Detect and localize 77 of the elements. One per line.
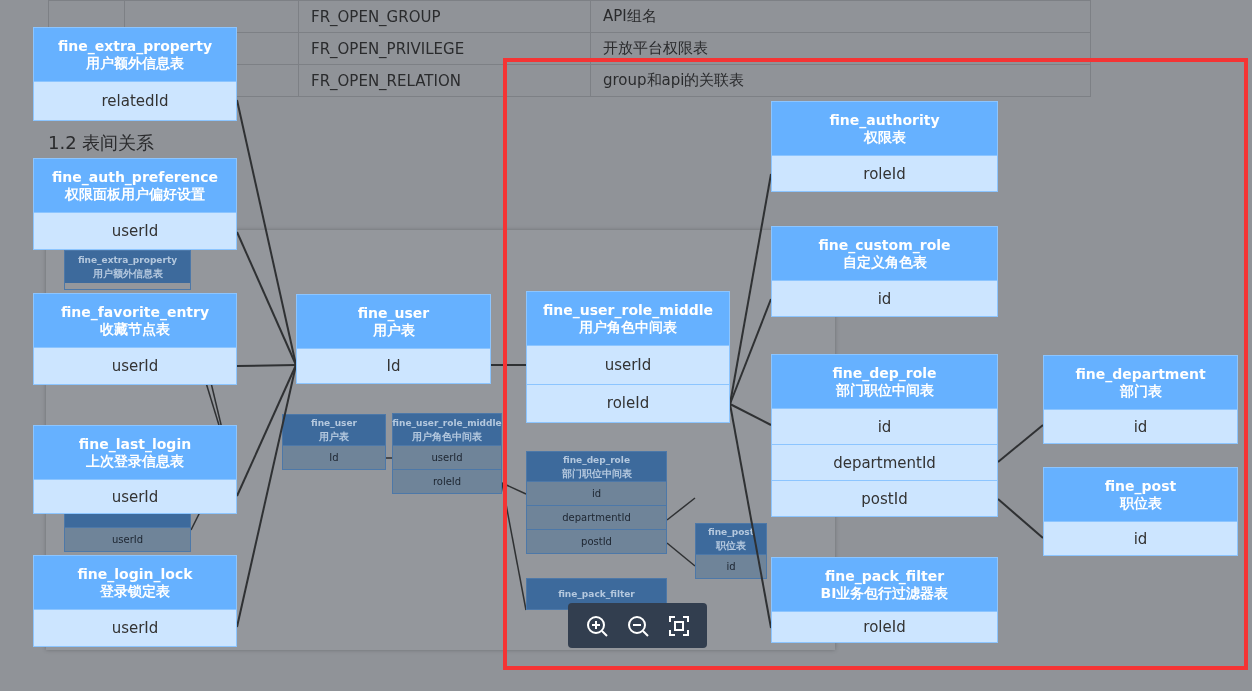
connector-line	[997, 498, 1044, 539]
connector-line	[997, 424, 1044, 463]
field-cell: id	[527, 481, 666, 505]
table-caption: 权限面板用户偏好设置	[65, 185, 205, 203]
table-name: fine_user_role_middle	[542, 301, 714, 319]
table-caption: 用户表	[372, 321, 415, 339]
table-caption: 用户额外信息表	[92, 267, 163, 280]
field-cell: Id	[297, 348, 490, 383]
field-cell: userId	[34, 212, 236, 249]
field-cell: userId	[34, 347, 236, 384]
table-caption: 部门职位中间表	[561, 466, 632, 480]
field-cell: Id	[283, 445, 385, 469]
field-cell: id	[772, 408, 997, 444]
table-name: fine_pack_filter	[824, 567, 945, 585]
connector-line	[666, 497, 696, 521]
table-caption: 职位表	[716, 539, 746, 552]
field-cell: roleId	[527, 383, 729, 422]
field-cell: departmentId	[772, 444, 997, 480]
table-name: fine_dep_role	[563, 453, 630, 467]
table-caption: 部门表	[1119, 382, 1162, 400]
table-caption: 用户表	[319, 430, 349, 443]
zoom-out-icon	[626, 614, 649, 637]
table-name: fine_extra_property	[57, 37, 213, 55]
table-caption: 用户额外信息表	[86, 54, 184, 72]
table-cell: group和api的关联表	[590, 64, 1091, 97]
field-cell: relatedId	[34, 81, 236, 120]
field-cell: id	[772, 280, 997, 316]
field-cell: id	[1044, 409, 1237, 443]
table-caption: 上次登录信息表	[86, 452, 184, 470]
table-name: fine_auth_preference	[51, 168, 219, 186]
table-name: fine_user	[357, 304, 430, 322]
field-cell: roleId	[393, 469, 501, 493]
field-cell: roleId	[772, 611, 997, 642]
table-cell: FR_OPEN_RELATION	[298, 64, 591, 97]
field-cell: userId	[65, 527, 190, 551]
fit-screen-icon	[667, 614, 690, 637]
table-caption: 登录锁定表	[100, 582, 170, 600]
table-name: fine_extra_property	[77, 254, 178, 267]
table-name: fine_last_login	[78, 435, 192, 453]
connector-line	[385, 457, 393, 459]
table-caption: 职位表	[1119, 494, 1162, 512]
table-name: fine_post	[1104, 477, 1177, 495]
table-name: fine_authority	[829, 111, 940, 129]
table-name: fine_dep_role	[832, 364, 937, 382]
table-name: fine_post	[708, 526, 754, 539]
field-cell: userId	[34, 479, 236, 513]
field-cell: userId	[393, 445, 501, 469]
table-caption: 用户角色中间表	[579, 318, 677, 336]
table-caption: 权限表	[863, 128, 906, 146]
table-cell: FR_OPEN_GROUP	[298, 0, 591, 33]
table-cell: 开放平台权限表	[590, 32, 1091, 65]
field-cell: id	[696, 554, 766, 578]
field-cell: postId	[527, 529, 666, 553]
field-cell: departmentId	[527, 505, 666, 529]
section-heading: 1.2 表间关系	[48, 131, 155, 155]
table-caption: 自定义角色表	[842, 253, 927, 271]
table-name: fine_custom_role	[818, 236, 951, 254]
table-name: fine_favorite_entry	[60, 303, 210, 321]
table-caption: 收藏节点表	[100, 320, 170, 338]
zoom-in-icon	[585, 614, 608, 637]
table-caption: 部门职位中间表	[835, 381, 934, 399]
connector-line	[666, 542, 696, 567]
table-name: fine_pack_filter	[558, 587, 635, 601]
connector-line	[490, 364, 527, 366]
table-caption: 用户角色中间表	[412, 429, 482, 443]
table-caption: BI业务包行过滤器表	[820, 584, 949, 602]
table-name: fine_user_role_middle	[392, 416, 502, 430]
field-cell: id	[1044, 521, 1237, 555]
table-cell: FR_OPEN_PRIVILEGE	[298, 32, 591, 65]
table-cell: API组名	[590, 0, 1091, 33]
field-cell: userId	[527, 345, 729, 384]
table-name: fine_login_lock	[77, 565, 193, 583]
table-name: fine_user	[311, 417, 357, 430]
field-cell: postId	[772, 480, 997, 516]
field-cell: userId	[34, 609, 236, 646]
table-name: fine_department	[1075, 365, 1206, 383]
field-cell: roleId	[772, 155, 997, 191]
